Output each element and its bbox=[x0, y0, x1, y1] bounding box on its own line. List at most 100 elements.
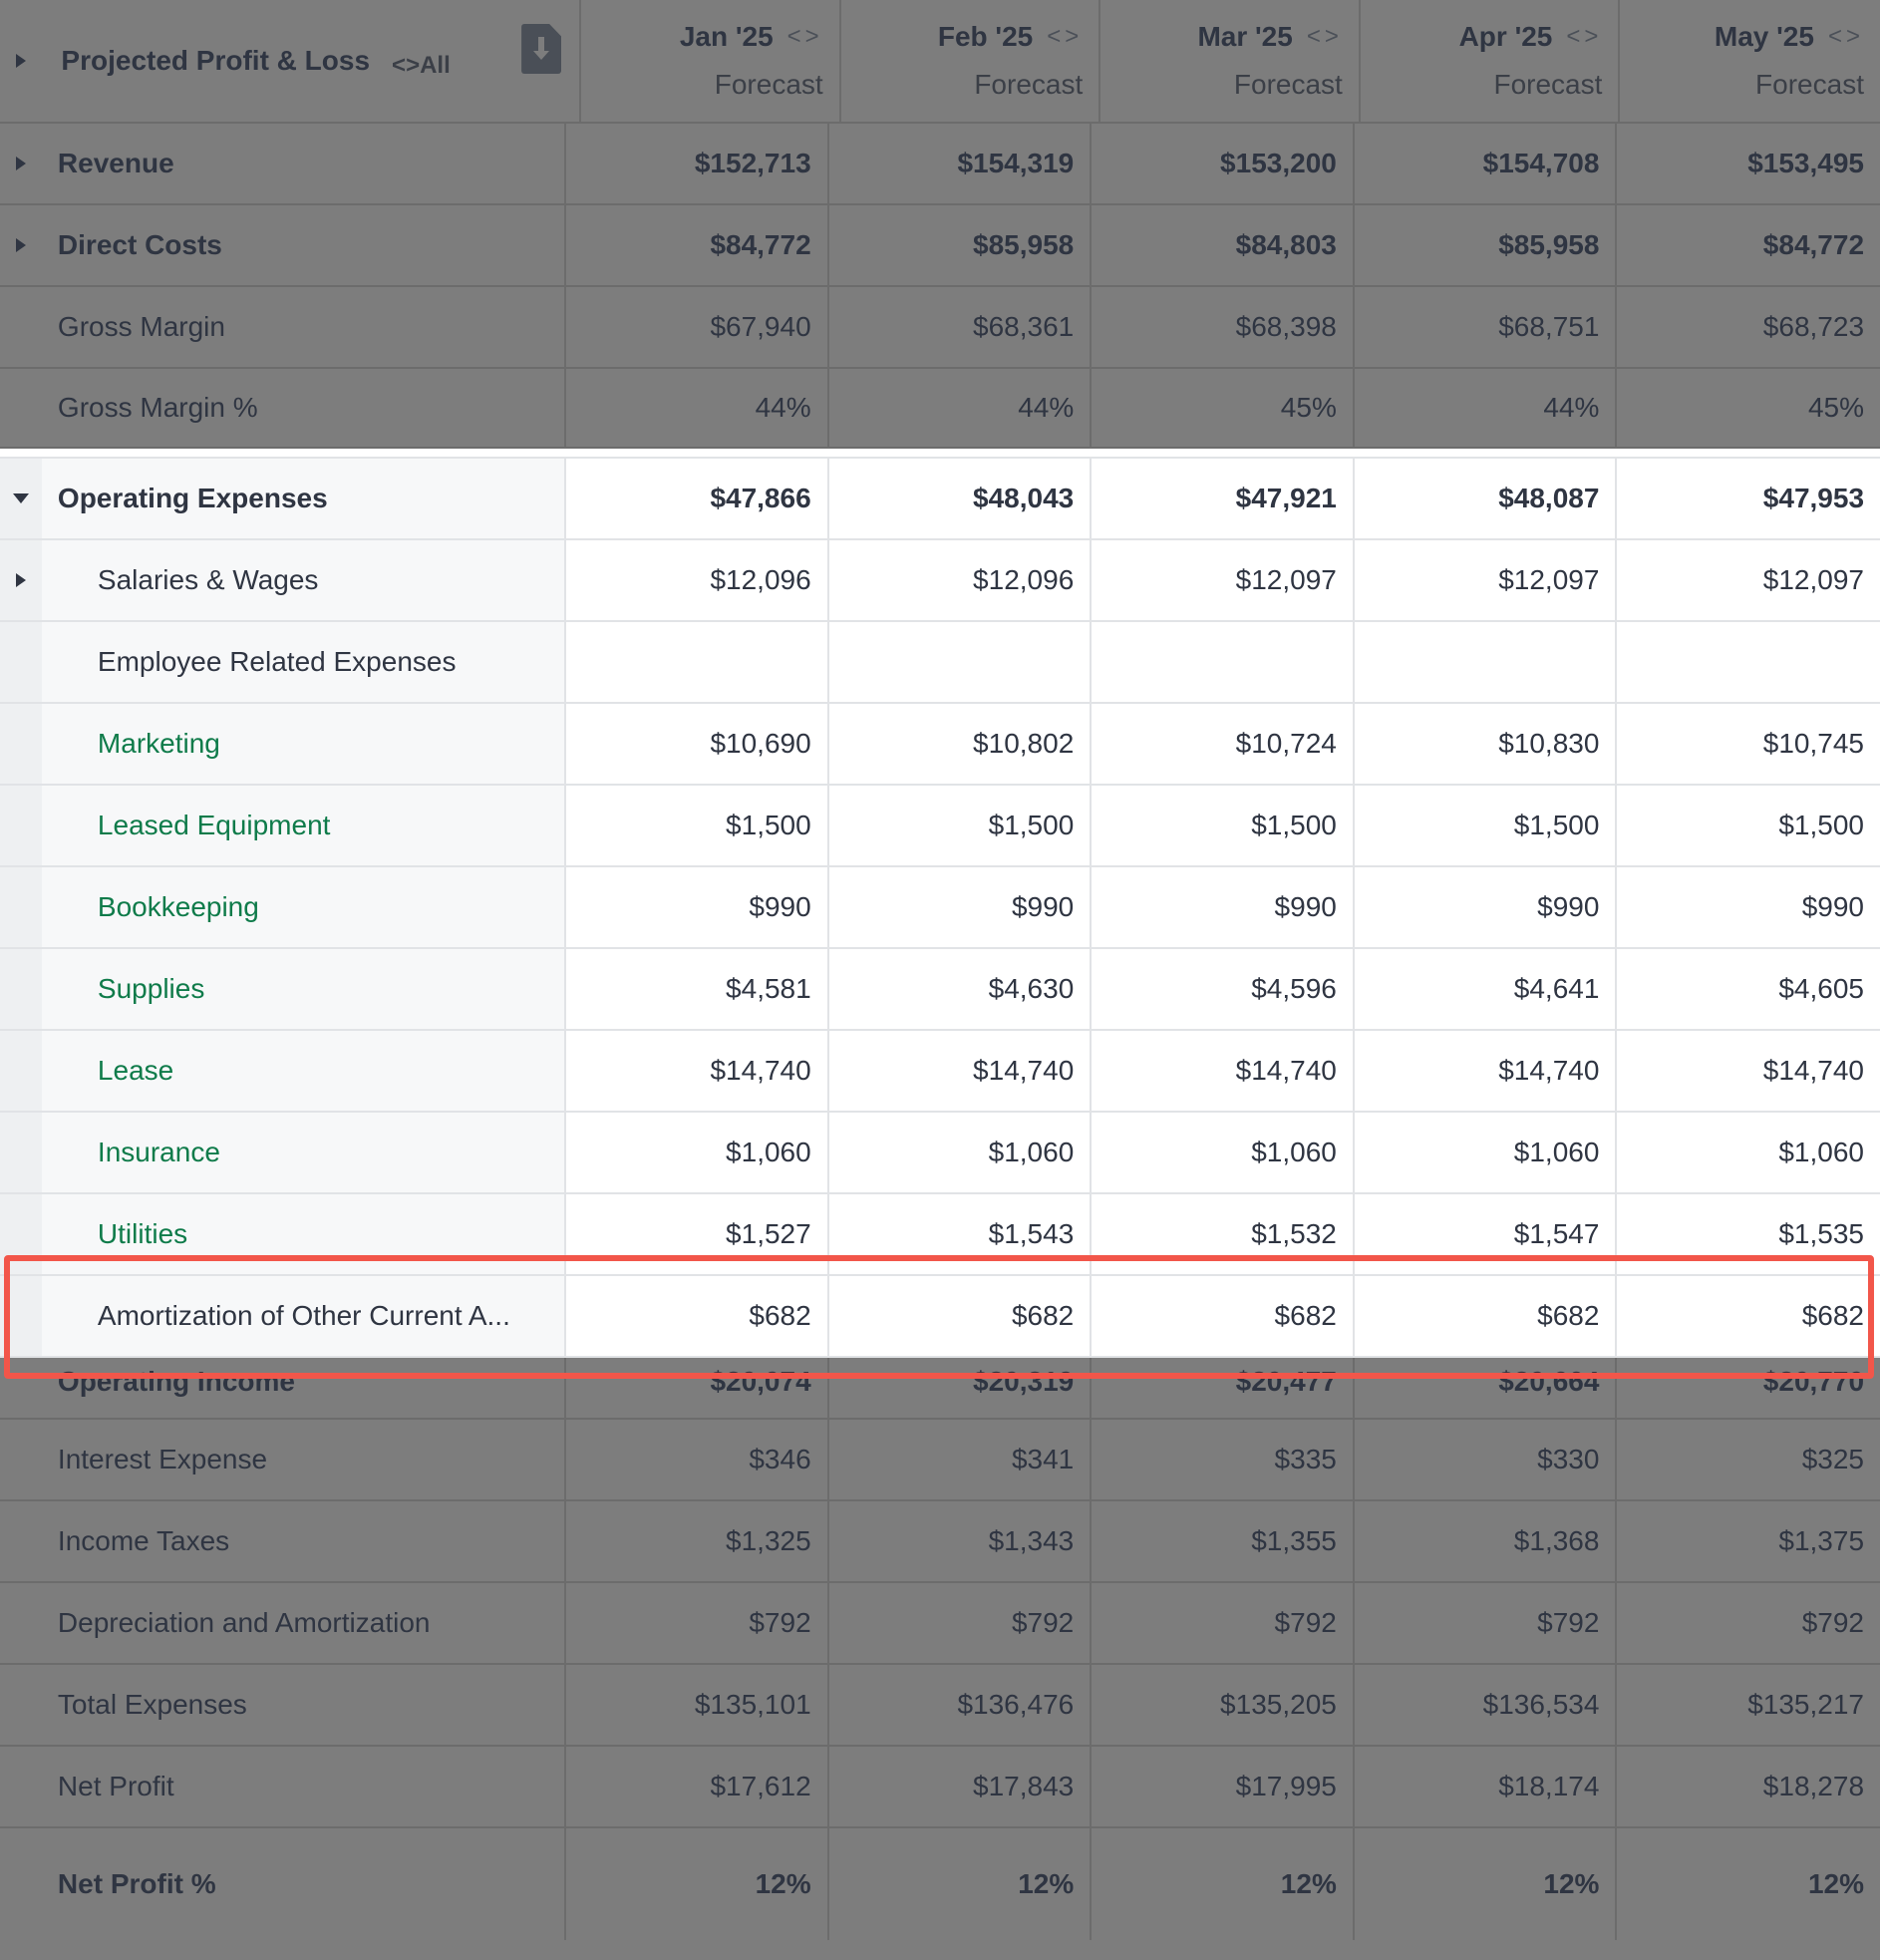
row-direct-costs[interactable]: Direct Costs $84,772 $85,958 $84,803 $85… bbox=[0, 205, 1880, 287]
cell-value bbox=[829, 622, 1093, 702]
row-operating-expenses[interactable]: Operating Expenses $47,866 $48,043 $47,9… bbox=[0, 459, 1880, 540]
row-spacer bbox=[0, 1194, 42, 1274]
cell-value: $1,500 bbox=[1355, 786, 1618, 865]
row-spacer bbox=[0, 369, 42, 447]
chevron-left-right-icon[interactable]: <> bbox=[1566, 23, 1602, 51]
month-label: Feb '25 bbox=[937, 21, 1034, 52]
cell-value: $12,096 bbox=[829, 540, 1093, 620]
cell-value: $1,500 bbox=[1092, 786, 1355, 865]
row-label-link[interactable]: Bookkeeping bbox=[41, 867, 567, 947]
caret-right-icon bbox=[15, 238, 26, 252]
row-spacer bbox=[0, 1828, 42, 1940]
row-label: Operating Expenses bbox=[41, 459, 567, 538]
row-supplies[interactable]: Supplies $4,581 $4,630 $4,596 $4,641 $4,… bbox=[0, 949, 1880, 1031]
show-all-toggle[interactable]: <>All bbox=[392, 52, 451, 80]
row-label-link[interactable]: Supplies bbox=[41, 949, 567, 1029]
cell-value: $84,772 bbox=[1762, 229, 1865, 260]
operating-expenses-section: Operating Expenses $47,866 $48,043 $47,9… bbox=[0, 449, 1880, 1358]
cell-value: $1,060 bbox=[1355, 1113, 1618, 1192]
row-gross-margin: Gross Margin $67,940 $68,361 $68,398 $68… bbox=[0, 287, 1880, 369]
cell-value bbox=[1092, 622, 1355, 702]
row-spacer bbox=[0, 704, 42, 784]
row-label: Amortization of Other Current A... bbox=[41, 1276, 567, 1356]
row-spacer bbox=[0, 1665, 42, 1745]
row-salaries-wages[interactable]: Salaries & Wages $12,096 $12,096 $12,097… bbox=[0, 540, 1880, 622]
row-insurance[interactable]: Insurance $1,060 $1,060 $1,060 $1,060 $1… bbox=[0, 1113, 1880, 1194]
cell-value: $792 bbox=[1355, 1583, 1618, 1663]
row-label-link[interactable]: Insurance bbox=[41, 1113, 567, 1192]
row-expand-toggle[interactable] bbox=[0, 540, 42, 620]
row-label: Employee Related Expenses bbox=[41, 622, 567, 702]
month-sublabel: Forecast bbox=[1755, 69, 1864, 100]
cell-value: 12% bbox=[1355, 1828, 1618, 1940]
row-revenue[interactable]: Revenue $152,713 $154,319 $153,200 $154,… bbox=[0, 124, 1880, 205]
month-sublabel: Forecast bbox=[1493, 69, 1603, 100]
cell-value: $1,500 bbox=[1778, 810, 1864, 840]
cell-value: $135,205 bbox=[1092, 1665, 1355, 1745]
row-spacer bbox=[0, 949, 42, 1029]
chevron-left-right-icon[interactable]: <> bbox=[1307, 23, 1343, 51]
chevron-left-right-icon[interactable]: <> bbox=[1047, 23, 1083, 51]
cell-value: $48,087 bbox=[1355, 459, 1618, 538]
row-expand-toggle[interactable] bbox=[0, 124, 42, 203]
month-sublabel: Forecast bbox=[1233, 69, 1343, 100]
caret-right-icon bbox=[15, 573, 26, 587]
row-amortization-other-current-assets[interactable]: Amortization of Other Current A... $682 … bbox=[0, 1276, 1880, 1358]
cell-value bbox=[1617, 622, 1880, 702]
row-lease[interactable]: Lease $14,740 $14,740 $14,740 $14,740 $1… bbox=[0, 1031, 1880, 1113]
cell-value: $47,866 bbox=[566, 459, 829, 538]
cell-value: $792 bbox=[829, 1583, 1093, 1663]
chevron-left-right-icon[interactable]: <> bbox=[787, 23, 823, 51]
cell-value: $1,375 bbox=[1778, 1525, 1865, 1556]
row-collapse-toggle[interactable] bbox=[0, 459, 42, 538]
cell-value: $1,060 bbox=[829, 1113, 1093, 1192]
row-label: Gross Margin bbox=[42, 287, 567, 367]
row-label-link[interactable]: Marketing bbox=[41, 704, 567, 784]
month-header-feb: Feb '25 <> Forecast bbox=[841, 0, 1101, 122]
cell-value: $330 bbox=[1355, 1420, 1618, 1499]
cell-value: $1,527 bbox=[566, 1194, 829, 1274]
cell-value: $20,319 bbox=[829, 1358, 1093, 1418]
cell-value bbox=[566, 622, 829, 702]
cell-value: $1,543 bbox=[829, 1194, 1093, 1274]
cell-value: 44% bbox=[829, 369, 1093, 447]
download-file-icon[interactable] bbox=[521, 24, 562, 74]
table-title-cell: Projected Profit & Loss <>All bbox=[41, 0, 582, 122]
row-expand-toggle[interactable] bbox=[0, 205, 42, 285]
row-marketing[interactable]: Marketing $10,690 $10,802 $10,724 $10,83… bbox=[0, 704, 1880, 786]
row-leased-equipment[interactable]: Leased Equipment $1,500 $1,500 $1,500 $1… bbox=[0, 786, 1880, 867]
cell-value: $17,995 bbox=[1092, 1747, 1355, 1826]
cell-value: $135,217 bbox=[1747, 1689, 1865, 1720]
row-spacer bbox=[0, 1583, 42, 1663]
row-interest-expense: Interest Expense $346 $341 $335 $330 $32… bbox=[0, 1420, 1880, 1501]
row-label-link[interactable]: Leased Equipment bbox=[41, 786, 567, 865]
cell-value: $4,641 bbox=[1355, 949, 1618, 1029]
cell-value: $12,096 bbox=[566, 540, 829, 620]
row-label: Total Expenses bbox=[42, 1665, 567, 1745]
row-label-link[interactable]: Lease bbox=[41, 1031, 567, 1111]
row-net-profit-pct: Net Profit % 12% 12% 12% 12% 12% bbox=[0, 1828, 1880, 1940]
cell-value: $153,200 bbox=[1092, 124, 1355, 203]
cell-value: $1,355 bbox=[1092, 1501, 1355, 1581]
cell-value: $12,097 bbox=[1762, 564, 1864, 595]
cell-value: $682 bbox=[1801, 1300, 1864, 1331]
cell-value: $152,713 bbox=[566, 124, 829, 203]
section-gap bbox=[0, 449, 1880, 459]
row-label: Direct Costs bbox=[42, 205, 567, 285]
cell-value: $154,319 bbox=[829, 124, 1093, 203]
table-title: Projected Profit & Loss bbox=[61, 45, 371, 76]
row-utilities[interactable]: Utilities $1,527 $1,543 $1,532 $1,547 $1… bbox=[0, 1194, 1880, 1276]
chevron-left-right-icon[interactable]: <> bbox=[1828, 23, 1864, 51]
cell-value: $325 bbox=[1801, 1444, 1865, 1474]
row-spacer bbox=[0, 1031, 42, 1111]
row-bookkeeping[interactable]: Bookkeeping $990 $990 $990 $990 $990 bbox=[0, 867, 1880, 949]
header-expand-toggle[interactable] bbox=[0, 0, 41, 122]
row-label: Net Profit % bbox=[42, 1828, 567, 1940]
cell-value: $792 bbox=[1801, 1607, 1865, 1638]
cell-value: $346 bbox=[566, 1420, 829, 1499]
row-label-link[interactable]: Utilities bbox=[41, 1194, 567, 1274]
cell-value: $1,343 bbox=[829, 1501, 1093, 1581]
cell-value bbox=[1355, 622, 1618, 702]
row-label: Operating Income bbox=[42, 1358, 567, 1418]
cell-value: $4,581 bbox=[566, 949, 829, 1029]
